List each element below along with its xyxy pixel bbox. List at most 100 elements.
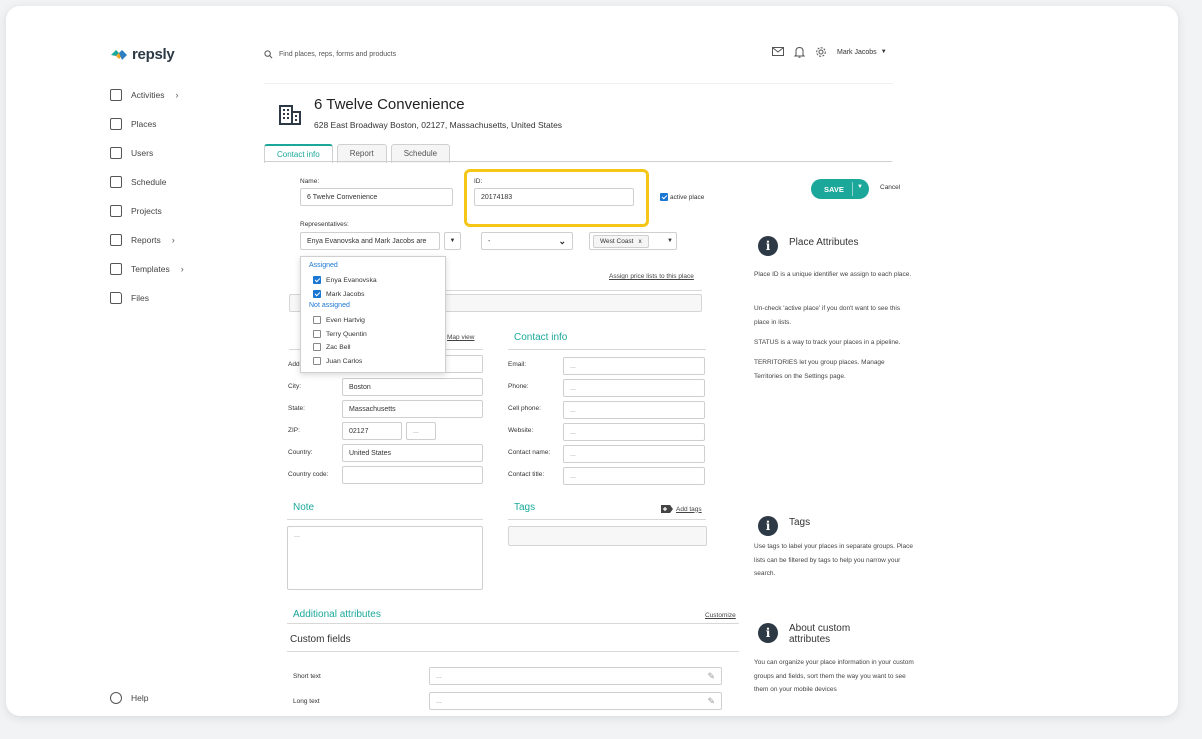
sidebar-item-reports[interactable]: Reports › — [110, 234, 175, 246]
customize-link[interactable]: Customize — [705, 612, 736, 619]
top-right-toolbar: Mark Jacobs ▼ — [772, 46, 887, 58]
name-input[interactable]: 6 Twelve Convenience — [300, 188, 453, 206]
cell-phone-field[interactable]: ... — [563, 401, 705, 419]
place-address: 628 East Broadway Boston, 02127, Massach… — [314, 120, 563, 130]
country-input[interactable]: United States — [342, 444, 483, 462]
repsly-logo-icon — [111, 49, 127, 60]
list-item[interactable]: Mark Jacobs — [313, 290, 365, 298]
additional-divider — [287, 623, 739, 624]
sidebar-item-schedule[interactable]: Schedule — [110, 176, 166, 188]
sidebar-item-templates[interactable]: Templates › — [110, 263, 184, 275]
territory-select[interactable]: West Coast x ▼ — [589, 232, 677, 250]
list-item[interactable]: Even Hartvig — [313, 316, 365, 324]
chevron-right-icon: › — [171, 235, 175, 245]
contact-divider — [508, 349, 706, 350]
tags-info-text: Use tags to label your places in separat… — [754, 543, 913, 577]
rep-checkbox[interactable] — [313, 316, 321, 324]
place-attributes-text-2: Un-check 'active place' if you don't wan… — [754, 305, 901, 326]
sidebar-item-activities[interactable]: Activities › — [110, 89, 179, 101]
pencil-icon[interactable]: ✎ — [707, 696, 715, 707]
list-item[interactable]: Zac Bell — [313, 343, 351, 351]
active-place-toggle[interactable]: active place — [660, 193, 704, 201]
sidebar-item-label: Places — [131, 119, 157, 129]
custom-fields-divider — [287, 651, 739, 652]
bell-icon[interactable] — [794, 46, 805, 58]
name-label: Name: — [300, 178, 320, 185]
phone-field[interactable]: ... — [563, 379, 705, 397]
note-textarea[interactable]: ... — [287, 526, 483, 590]
save-button[interactable]: SAVE ▼ — [811, 179, 869, 199]
country-code-input[interactable] — [342, 466, 483, 484]
rep-checkbox[interactable] — [313, 276, 321, 284]
short-text-input[interactable]: ... ✎ — [429, 667, 722, 685]
logo-text: repsly — [132, 46, 175, 63]
rep-checkbox[interactable] — [313, 330, 321, 338]
website-label: Website: — [508, 427, 534, 434]
chevron-down-icon: ⌄ — [558, 235, 566, 246]
contact-title-field[interactable]: ... — [563, 467, 705, 485]
help-link[interactable]: Help — [110, 692, 148, 704]
long-text-input[interactable]: ... ✎ — [429, 692, 722, 710]
rep-checkbox[interactable] — [313, 290, 321, 298]
territory-chip-label: West Coast — [600, 237, 634, 245]
custom-title-line-2: attributes — [789, 634, 831, 645]
cancel-button[interactable]: Cancel — [880, 184, 900, 191]
rep-name: Mark Jacobs — [326, 290, 365, 298]
tags-title: Tags — [514, 502, 536, 513]
list-item[interactable]: Enya Evanovska — [313, 276, 377, 284]
state-input[interactable]: Massachusetts — [342, 400, 483, 418]
global-search[interactable]: Find places, reps, forms and products — [264, 50, 396, 59]
sidebar-item-projects[interactable]: Projects — [110, 205, 162, 217]
short-text-placeholder: ... — [436, 672, 442, 680]
email-field[interactable]: ... — [563, 357, 705, 375]
search-icon — [264, 50, 273, 59]
sidebar-item-files[interactable]: Files — [110, 292, 149, 304]
logo[interactable]: repsly — [110, 46, 175, 63]
assign-price-lists-link[interactable]: Assign price lists to this place — [609, 273, 694, 280]
tab-divider — [264, 161, 892, 162]
app-window: repsly Find places, reps, forms and prod… — [6, 6, 1178, 716]
user-menu[interactable]: Mark Jacobs — [837, 49, 877, 56]
note-title: Note — [293, 502, 315, 513]
chevron-down-icon[interactable]: ▼ — [881, 49, 887, 55]
info-icon: i — [758, 623, 778, 643]
pencil-icon[interactable]: ✎ — [707, 671, 715, 682]
map-view-link[interactable]: Map view — [447, 334, 474, 341]
chevron-right-icon: › — [175, 90, 179, 100]
sidebar-item-label: Templates — [131, 264, 170, 274]
active-place-checkbox[interactable] — [660, 193, 668, 201]
representatives-dropdown-toggle[interactable]: ▼ — [444, 232, 461, 250]
status-select[interactable]: - ⌄ — [481, 232, 573, 250]
chevron-down-icon[interactable]: ▼ — [857, 184, 863, 190]
list-item[interactable]: Juan Carlos — [313, 357, 362, 365]
rep-checkbox[interactable] — [313, 357, 321, 365]
page-title: 6 Twelve Convenience — [314, 96, 465, 113]
sidebar-item-label: Projects — [131, 206, 162, 216]
gear-icon[interactable] — [815, 46, 827, 58]
close-icon[interactable]: x — [638, 238, 641, 245]
representatives-input[interactable]: Enya Evanovska and Mark Jacobs are — [300, 232, 440, 250]
zip-input[interactable]: 02127 — [342, 422, 402, 440]
place-attributes-text-3: STATUS is a way to track your places in … — [754, 339, 901, 346]
country-code-label: Country code: — [288, 471, 329, 478]
active-place-label: active place — [670, 193, 705, 201]
search-input[interactable]: Find places, reps, forms and products — [279, 51, 396, 58]
sidebar-item-label: Users — [131, 148, 154, 158]
mail-icon[interactable] — [772, 47, 784, 57]
add-tag-icon — [661, 505, 673, 513]
info-icon: i — [758, 236, 778, 256]
chevron-down-icon: ▼ — [667, 238, 673, 244]
folder-icon — [110, 292, 122, 304]
rep-checkbox[interactable] — [313, 343, 321, 351]
contact-name-field[interactable]: ... — [563, 445, 705, 463]
add-tags-button[interactable]: Add tags — [661, 505, 702, 513]
city-input[interactable]: Boston — [342, 378, 483, 396]
zip-extension-input[interactable]: ... — [406, 422, 436, 440]
sidebar-item-users[interactable]: Users — [110, 147, 153, 159]
rep-name: Zac Bell — [326, 343, 351, 351]
custom-attributes-info-title: About custom attributes — [789, 623, 850, 645]
list-item[interactable]: Terry Quentin — [313, 330, 367, 338]
tags-field[interactable] — [508, 526, 707, 546]
sidebar-item-places[interactable]: Places — [110, 118, 157, 130]
website-field[interactable]: ... — [563, 423, 705, 441]
